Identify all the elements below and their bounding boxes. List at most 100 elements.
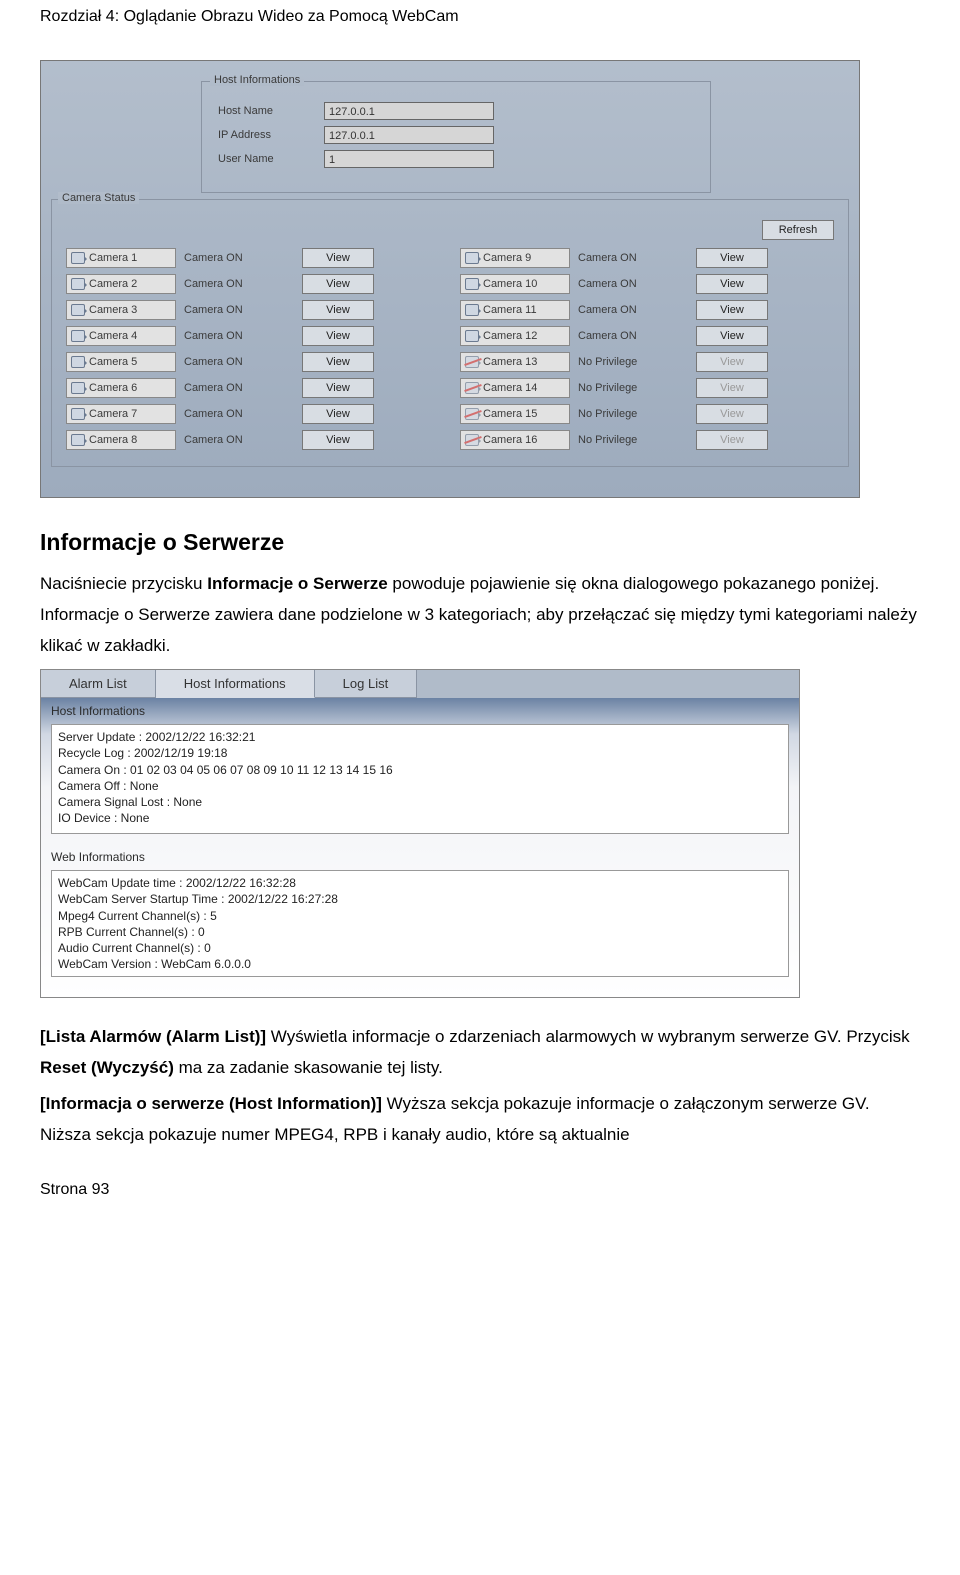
view-button[interactable]: View [302, 352, 374, 372]
view-button[interactable]: View [696, 248, 768, 268]
camera-name-cell: Camera 6 [66, 378, 176, 398]
camera-name-label: Camera 7 [89, 408, 137, 420]
camera-column-right: Camera 9 Camera ON View Camera 10 Camera ON V… [460, 248, 834, 450]
camera-name-label: Camera 13 [483, 356, 537, 368]
camera-row: Camera 10 Camera ON View [460, 274, 834, 294]
camera-icon [465, 356, 479, 368]
camera-name-label: Camera 6 [89, 382, 137, 394]
camera-status-label: Camera ON [578, 252, 688, 264]
camera-icon [465, 252, 479, 264]
camera-icon [71, 252, 85, 264]
host-name-value: 127.0.0.1 [324, 102, 494, 120]
camera-status-label: Camera ON [184, 304, 294, 316]
camera-status-label: Camera ON [184, 408, 294, 420]
camera-status-label: Camera ON [184, 278, 294, 290]
camera-status-label: Camera ON [184, 356, 294, 368]
camera-name-cell: Camera 10 [460, 274, 570, 294]
camera-icon [465, 382, 479, 394]
refresh-button[interactable]: Refresh [762, 220, 834, 240]
camera-row: Camera 6Camera ONView [66, 378, 440, 398]
camera-icon [71, 278, 85, 290]
info-line: Audio Current Channel(s) : 0 [58, 940, 782, 956]
camera-status-label: Camera ON [184, 434, 294, 446]
info-line: WebCam Version : WebCam 6.0.0.0 [58, 956, 782, 972]
camera-status-fieldset: Camera Status Refresh Camera 1Camera ONV… [51, 199, 849, 467]
chapter-header: Rozdział 4: Oglądanie Obrazu Wideo za Po… [0, 0, 960, 30]
camera-name-label: Camera 5 [89, 356, 137, 368]
view-button[interactable]: View [302, 274, 374, 294]
view-button[interactable]: View [302, 248, 374, 268]
web-info-box: WebCam Update time : 2002/12/22 16:32:28… [51, 870, 789, 977]
host-camera-panel: Host Informations Host Name 127.0.0.1 IP… [40, 60, 860, 498]
info-line: Mpeg4 Current Channel(s) : 5 [58, 908, 782, 924]
camera-name-cell: Camera 4 [66, 326, 176, 346]
camera-icon [71, 434, 85, 446]
view-button: View [696, 404, 768, 424]
camera-status-label: No Privilege [578, 356, 688, 368]
camera-name-label: Camera 15 [483, 408, 537, 420]
camera-name-label: Camera 14 [483, 382, 537, 394]
view-button[interactable]: View [302, 404, 374, 424]
paragraph-3: [Informacja o serwerze (Host Information… [40, 1089, 920, 1150]
info-line: WebCam Server Startup Time : 2002/12/22 … [58, 891, 782, 907]
info-line: Camera On : 01 02 03 04 05 06 07 08 09 1… [58, 762, 782, 778]
camera-icon [465, 278, 479, 290]
view-button[interactable]: View [302, 300, 374, 320]
camera-row: Camera 2 Camera ON View [66, 274, 440, 294]
camera-name-cell: Camera 9 [460, 248, 570, 268]
view-button: View [696, 352, 768, 372]
camera-row: Camera 5 Camera ON View [66, 352, 440, 372]
view-button[interactable]: View [302, 430, 374, 450]
view-button[interactable]: View [302, 326, 374, 346]
view-button[interactable]: View [696, 300, 768, 320]
camera-status-label: No Privilege [578, 434, 688, 446]
camera-row: Camera 12 Camera ON View [460, 326, 834, 346]
view-button[interactable]: View [302, 378, 374, 398]
camera-icon [465, 408, 479, 420]
camera-row: Camera 14No PrivilegeView [460, 378, 834, 398]
ip-address-value: 127.0.0.1 [324, 126, 494, 144]
camera-name-cell: Camera 7 [66, 404, 176, 424]
tab-host-informations[interactable]: Host Informations [156, 670, 315, 698]
camera-row: Camera 1Camera ONView [66, 248, 440, 268]
camera-name-label: Camera 8 [89, 434, 137, 446]
info-line: RPB Current Channel(s) : 0 [58, 924, 782, 940]
camera-name-cell: Camera 12 [460, 326, 570, 346]
camera-status-label: Camera ON [184, 330, 294, 342]
camera-icon [71, 408, 85, 420]
camera-name-cell: Camera 13 [460, 352, 570, 372]
camera-name-cell: Camera 3 [66, 300, 176, 320]
camera-name-label: Camera 10 [483, 278, 537, 290]
camera-name-label: Camera 1 [89, 252, 137, 264]
host-informations-fieldset: Host Informations Host Name 127.0.0.1 IP… [201, 81, 711, 193]
camera-status-legend: Camera Status [58, 192, 139, 204]
tab-alarm-list[interactable]: Alarm List [41, 670, 156, 698]
camera-row: Camera 15No PrivilegeView [460, 404, 834, 424]
camera-name-cell: Camera 5 [66, 352, 176, 372]
camera-status-label: Camera ON [578, 304, 688, 316]
view-button[interactable]: View [696, 274, 768, 294]
user-name-label: User Name [218, 153, 308, 165]
camera-name-label: Camera 12 [483, 330, 537, 342]
camera-name-label: Camera 16 [483, 434, 537, 446]
camera-name-label: Camera 2 [89, 278, 137, 290]
info-line: Camera Signal Lost : None [58, 794, 782, 810]
camera-icon [465, 304, 479, 316]
view-button: View [696, 378, 768, 398]
camera-status-label: Camera ON [578, 330, 688, 342]
tab-log-list[interactable]: Log List [315, 670, 418, 698]
camera-status-label: Camera ON [578, 278, 688, 290]
camera-name-cell: Camera 14 [460, 378, 570, 398]
camera-icon [71, 356, 85, 368]
camera-name-cell: Camera 15 [460, 404, 570, 424]
camera-icon [71, 304, 85, 316]
paragraph-1: Naciśniecie przycisku Informacje o Serwe… [40, 569, 920, 661]
camera-row: Camera 13 No Privilege View [460, 352, 834, 372]
camera-row: Camera 11 Camera ON View [460, 300, 834, 320]
view-button[interactable]: View [696, 326, 768, 346]
camera-column-left: Camera 1Camera ONViewCamera 2Camera ONVi… [66, 248, 440, 450]
camera-name-label: Camera 11 [483, 304, 537, 316]
camera-name-cell: Camera 2 [66, 274, 176, 294]
camera-row: Camera 7 Camera ON View [66, 404, 440, 424]
camera-icon [71, 382, 85, 394]
